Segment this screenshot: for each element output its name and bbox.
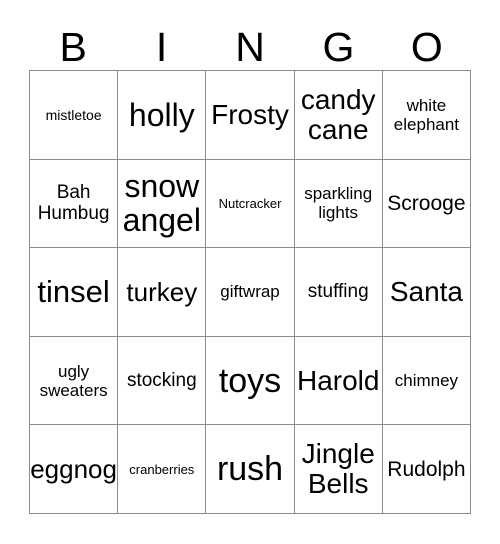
bingo-cell[interactable]: snow angel: [118, 159, 207, 249]
bingo-cell[interactable]: ugly sweaters: [30, 336, 119, 426]
bingo-row: mistletoe holly Frosty candy cane white …: [30, 71, 472, 160]
bingo-cell-label: toys: [218, 361, 282, 400]
bingo-cell[interactable]: holly: [118, 71, 207, 160]
bingo-cell-label: chimney: [394, 371, 459, 391]
bingo-cell-label: Rudolph: [387, 457, 466, 481]
bingo-grid: mistletoe holly Frosty candy cane white …: [29, 70, 472, 514]
bingo-cell[interactable]: rush: [206, 425, 295, 514]
bingo-cell-label: giftwrap: [220, 282, 280, 302]
bingo-cell[interactable]: sparkling lights: [294, 159, 383, 249]
bingo-cell-label: turkey: [126, 276, 198, 307]
header-letter-i: I: [155, 24, 168, 70]
header-letter-b: B: [59, 24, 87, 70]
bingo-cell-label: sparkling lights: [304, 184, 373, 223]
bingo-cell-label: holly: [128, 96, 195, 133]
bingo-cell-label: Harold: [296, 364, 380, 396]
bingo-cell-label: Santa: [389, 275, 463, 307]
bingo-cell-label: cranberries: [129, 461, 195, 477]
bingo-cell-label: rush: [216, 450, 284, 489]
bingo-row: tinsel turkey giftwrap stuffing Santa: [30, 248, 472, 337]
bingo-cell-label: ugly sweaters: [39, 361, 108, 400]
bingo-cell[interactable]: Nutcracker: [206, 159, 295, 249]
bingo-cell[interactable]: giftwrap: [206, 248, 295, 337]
bingo-cell-label: Frosty: [211, 98, 289, 130]
bingo-cell[interactable]: eggnog: [30, 425, 119, 514]
bingo-cell-label: stocking: [126, 370, 197, 392]
bingo-cell[interactable]: stocking: [118, 336, 207, 426]
bingo-cell[interactable]: cranberries: [118, 425, 207, 514]
bingo-card: B I N G O mistletoe holly Frosty candy c…: [0, 0, 500, 544]
bingo-cell[interactable]: Frosty: [206, 71, 295, 160]
bingo-cell[interactable]: Rudolph: [382, 425, 472, 514]
bingo-cell[interactable]: white elephant: [382, 71, 472, 160]
bingo-cell-label: Nutcracker: [218, 195, 282, 211]
bingo-cell-label: mistletoe: [45, 106, 102, 123]
bingo-cell[interactable]: chimney: [382, 336, 472, 426]
bingo-cell-label: Scrooge: [387, 191, 466, 215]
bingo-row: eggnog cranberries rush Jingle Bells Rud…: [30, 425, 472, 514]
header-letter-g: G: [322, 24, 355, 70]
bingo-cell-label: Bah Humbug: [37, 182, 110, 225]
bingo-cell[interactable]: turkey: [118, 248, 207, 337]
bingo-cell-label: tinsel: [37, 274, 110, 310]
bingo-cell[interactable]: Harold: [294, 336, 383, 426]
bingo-cell-label: eggnog: [30, 454, 117, 485]
bingo-cell[interactable]: Santa: [382, 248, 472, 337]
bingo-cell[interactable]: Scrooge: [382, 159, 472, 249]
bingo-row: Bah Humbug snow angel Nutcracker sparkli…: [30, 159, 472, 249]
bingo-cell[interactable]: toys: [206, 336, 295, 426]
header-letter-o: O: [410, 24, 443, 70]
bingo-cell[interactable]: Bah Humbug: [30, 159, 119, 249]
bingo-cell-label: Jingle Bells: [301, 438, 375, 500]
bingo-cell-label: snow angel: [122, 168, 201, 239]
bingo-header: B I N G O: [29, 18, 471, 70]
bingo-cell[interactable]: tinsel: [30, 248, 119, 337]
bingo-cell-label: stuffing: [307, 281, 369, 303]
bingo-cell[interactable]: stuffing: [294, 248, 383, 337]
header-letter-n: N: [235, 24, 265, 70]
bingo-cell[interactable]: candy cane: [294, 71, 383, 160]
bingo-cell-label: candy cane: [300, 83, 376, 145]
bingo-row: ugly sweaters stocking toys Harold chimn…: [30, 336, 472, 426]
bingo-cell[interactable]: Jingle Bells: [294, 425, 383, 514]
bingo-cell-label: white elephant: [393, 95, 460, 134]
bingo-cell[interactable]: mistletoe: [30, 71, 119, 160]
